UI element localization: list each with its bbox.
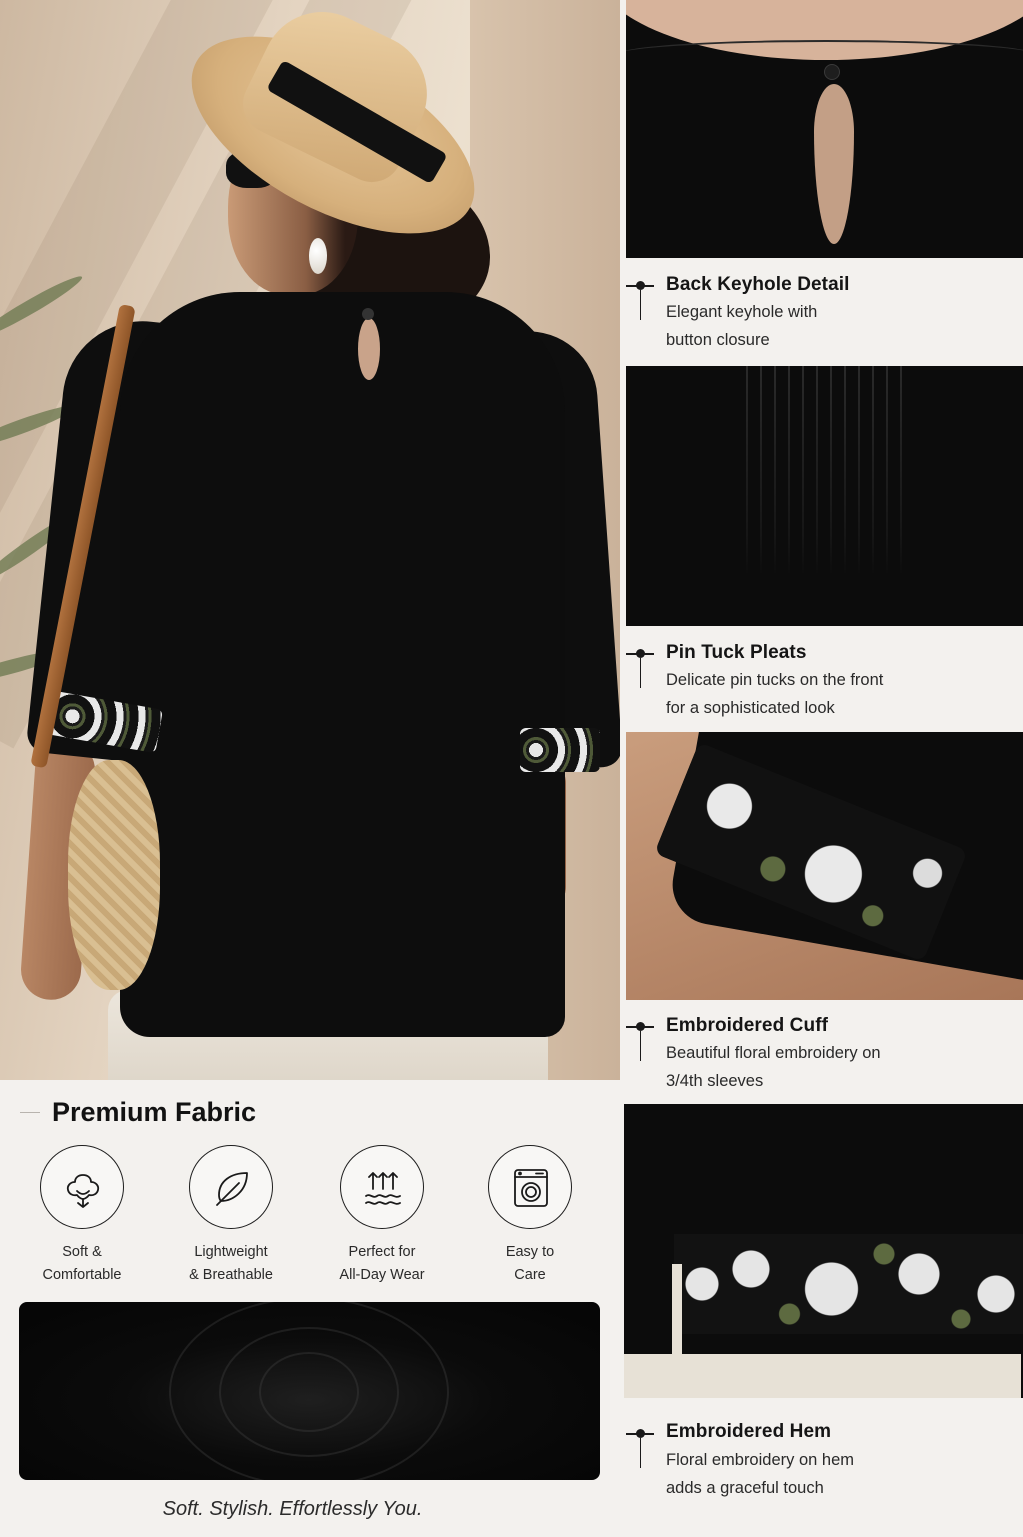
hem-detail-photo: [624, 1104, 1023, 1398]
feature-label-line: Perfect for: [348, 1244, 416, 1260]
keyhole-detail-photo: [626, 0, 1023, 258]
caption-pointer-dot: [636, 1429, 645, 1438]
description-line: for a sophisticated look: [666, 699, 835, 717]
description-line: Beautiful floral embroidery on: [666, 1044, 881, 1062]
main-product-photo: [0, 0, 620, 1080]
black-tunic: [120, 292, 565, 1037]
cream-pants: [624, 1354, 1021, 1398]
pin-tuck: [802, 366, 804, 576]
feature-label-line: Care: [514, 1267, 546, 1283]
straw-bag: [68, 760, 160, 990]
feature-label: Easy to Care: [455, 1241, 605, 1287]
caption-pointer-dot: [636, 1022, 645, 1031]
washing-machine-icon: [488, 1145, 572, 1229]
pin-tuck: [830, 366, 832, 576]
leaf-icon: [189, 1145, 273, 1229]
section-heading: Premium Fabric: [52, 1097, 257, 1127]
feature-lightweight: Lightweight & Breathable: [156, 1145, 306, 1287]
neckline: [626, 40, 1023, 70]
airflow-icon: [340, 1145, 424, 1229]
side-slit: [672, 1264, 682, 1364]
feature-label: Soft & Comfortable: [7, 1241, 157, 1287]
pin-tuck: [886, 366, 888, 576]
fabric-swatch: [19, 1302, 600, 1480]
fabric-section: Premium Fabric Soft & Comfortable Lightw…: [0, 1080, 620, 1537]
pin-tuck: [872, 366, 874, 576]
pin-tuck: [774, 366, 776, 576]
description-line: Elegant keyhole with: [666, 303, 818, 321]
feature-label-line: Lightweight: [194, 1244, 268, 1260]
description-line: Floral embroidery on hem: [666, 1451, 854, 1469]
feature-label-line: & Breathable: [189, 1267, 273, 1283]
pin-tuck: [816, 366, 818, 576]
detail-title: Pin Tuck Pleats: [666, 642, 807, 663]
detail-description: Elegant keyhole with button closure: [666, 298, 1006, 354]
feature-label: Perfect for All-Day Wear: [307, 1241, 457, 1287]
fabric-swirl: [169, 1302, 449, 1480]
description-line: Delicate pin tucks on the front: [666, 671, 884, 689]
feature-soft: Soft & Comfortable: [7, 1145, 157, 1287]
pin-tuck: [746, 366, 748, 576]
detail-title: Embroidered Hem: [666, 1421, 832, 1442]
feature-label-line: Soft &: [62, 1244, 102, 1260]
detail-description: Delicate pin tucks on the front for a so…: [666, 666, 1006, 722]
pin-tuck: [760, 366, 762, 576]
cuff-detail-photo: [626, 732, 1023, 1000]
feature-label-line: Easy to: [505, 1244, 555, 1260]
caption-pointer-stem: [640, 1438, 641, 1468]
detail-title: Embroidered Cuff: [666, 1015, 829, 1036]
caption-pointer-dot: [636, 649, 645, 658]
feature-label-line: Comfortable: [42, 1267, 122, 1283]
feature-label-line: All-Day Wear: [339, 1267, 425, 1283]
description-line: adds a graceful touch: [666, 1479, 824, 1497]
tagline: Soft. Stylish. Effortlessly You.: [162, 1498, 423, 1520]
caption-pointer-stem: [640, 290, 641, 320]
detail-description: Beautiful floral embroidery on 3/4th sle…: [666, 1039, 1006, 1095]
pin-tuck: [858, 366, 860, 576]
keyhole-button: [824, 64, 840, 80]
pin-tuck: [900, 366, 902, 576]
keyhole-caption: Back Keyhole Detail Elegant keyhole with…: [626, 258, 1023, 366]
caption-pointer-stem: [640, 1031, 641, 1061]
pin-tuck: [844, 366, 846, 576]
right-cuff-embroidery: [520, 728, 600, 772]
heading-accent-line: [20, 1112, 40, 1113]
pleats-detail-photo: [626, 366, 1023, 626]
feature-label: Lightweight & Breathable: [156, 1241, 306, 1287]
caption-pointer-stem: [640, 658, 641, 688]
keyhole-opening: [814, 84, 854, 244]
description-line: 3/4th sleeves: [666, 1072, 764, 1090]
hem-caption: Embroidered Hem Floral embroidery on hem…: [626, 1398, 1023, 1537]
detail-title: Back Keyhole Detail: [666, 274, 850, 295]
pin-tuck: [788, 366, 790, 576]
feature-easy-care: Easy to Care: [455, 1145, 605, 1287]
detail-description: Floral embroidery on hem adds a graceful…: [666, 1446, 1006, 1502]
pearl-earring: [309, 238, 327, 274]
keyhole-opening: [358, 318, 380, 380]
cotton-icon: [40, 1145, 124, 1229]
description-line: button closure: [666, 331, 770, 349]
floral-hem-band: [674, 1234, 1023, 1334]
feature-all-day: Perfect for All-Day Wear: [307, 1145, 457, 1287]
pleats-caption: Pin Tuck Pleats Delicate pin tucks on th…: [626, 626, 1023, 732]
caption-pointer-dot: [636, 281, 645, 290]
cuff-caption: Embroidered Cuff Beautiful floral embroi…: [626, 1000, 1023, 1104]
keyhole-button: [362, 308, 374, 320]
